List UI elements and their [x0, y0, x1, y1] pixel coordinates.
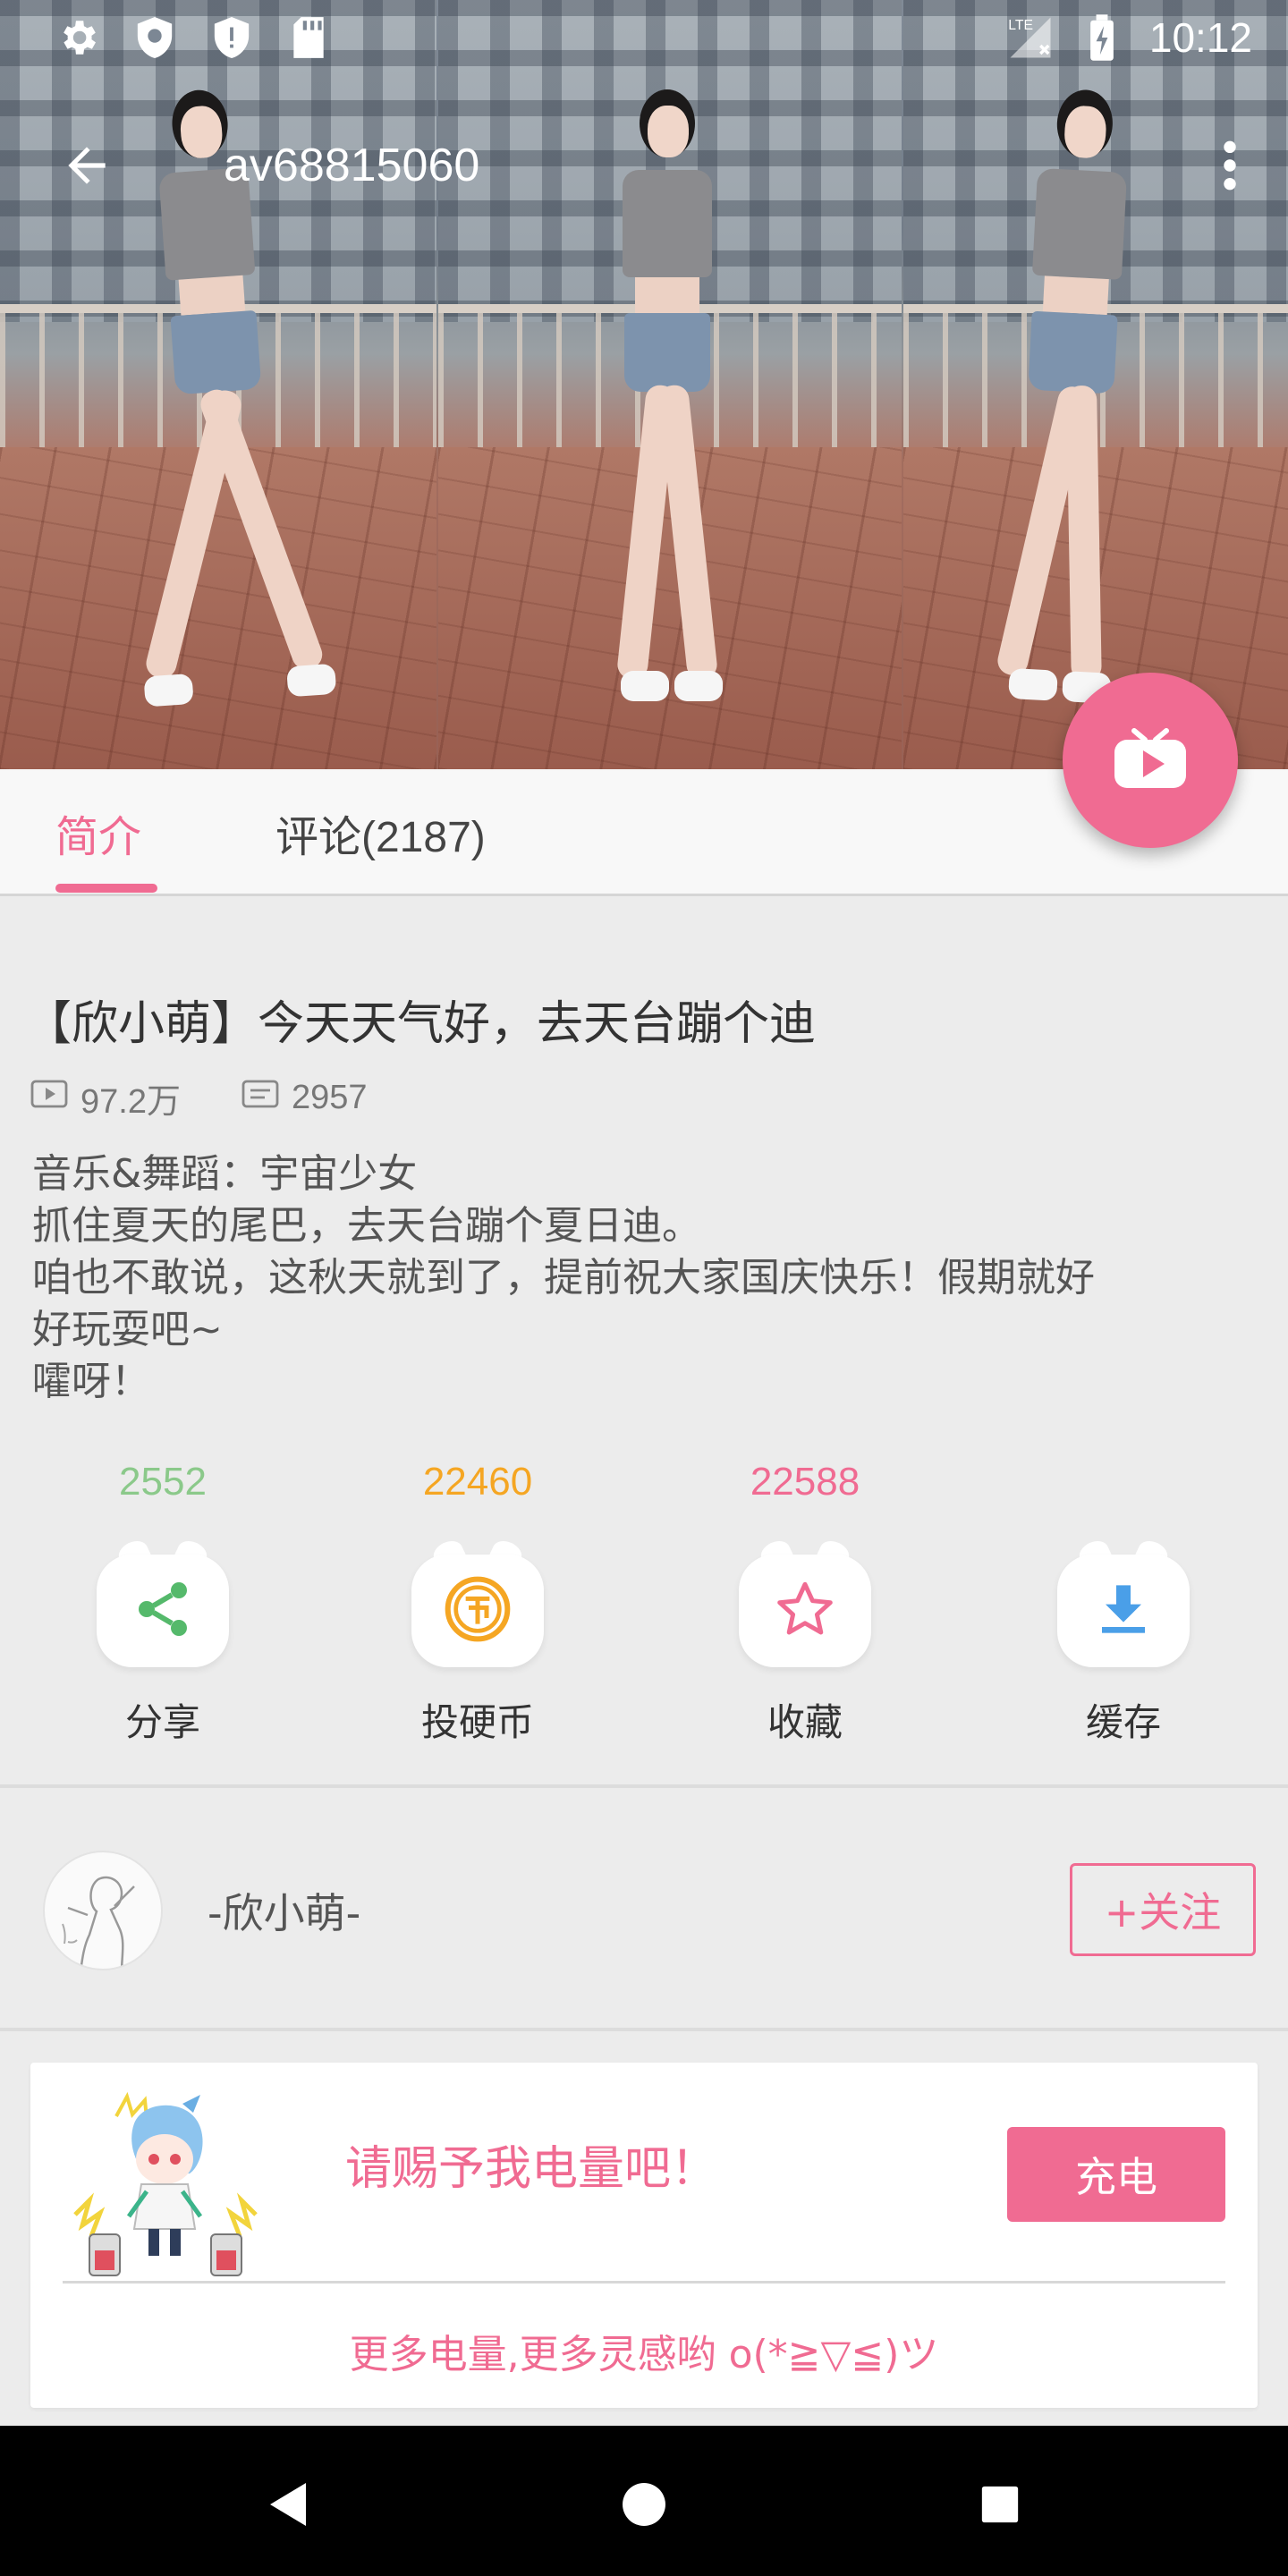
share-button[interactable]: 2552 分享 — [47, 1460, 279, 1755]
charge-card: 请赐予我电量吧！ 充电 更多电量,更多灵感哟 o(*≧▽≦)ツ — [30, 2063, 1258, 2408]
share-label: 分享 — [124, 1700, 200, 1744]
tab-intro[interactable]: 简介 — [55, 769, 141, 896]
cache-button[interactable]: 缓存 — [1007, 1460, 1240, 1755]
favorite-label: 收藏 — [767, 1700, 843, 1744]
settings-icon — [54, 13, 102, 62]
network-type: LTE — [1008, 18, 1033, 33]
mascot-image — [48, 2080, 290, 2286]
play-video-button[interactable] — [1063, 673, 1238, 848]
favorite-count: 22588 — [750, 1460, 860, 1504]
video-stats: 97.2万 2957 — [30, 1073, 368, 1123]
action-row: 2552 分享 22460 投硬币 22588 收藏 缓存 — [0, 1460, 1288, 1755]
system-nav-bar — [0, 2426, 1288, 2576]
follow-button[interactable]: +关注 — [1070, 1863, 1256, 1956]
play-count-icon — [30, 1079, 68, 1117]
video-title: 【欣小萌】今天天气好，去天台蹦个迪 — [25, 997, 817, 1051]
shield-icon — [131, 13, 179, 62]
tab-indicator — [55, 884, 157, 893]
signal-icon: LTE — [1006, 13, 1055, 62]
more-vert-icon[interactable] — [1208, 130, 1252, 201]
nav-home-icon[interactable] — [608, 2469, 680, 2540]
share-icon — [131, 1577, 195, 1645]
description-line: 音乐&舞蹈：宇宙少女 — [32, 1151, 418, 1197]
download-icon — [1095, 1580, 1152, 1641]
share-count: 2552 — [119, 1460, 207, 1504]
tab-comments[interactable]: 评论(2187) — [275, 769, 486, 896]
coin-count: 22460 — [422, 1460, 533, 1504]
sd-card-icon — [284, 13, 333, 62]
video-description: 音乐&舞蹈：宇宙少女 抓住夏天的尾巴，去天台蹦个夏日迪。 咱也不敢说，这秋天就到… — [32, 1148, 1267, 1408]
toolbar: av68815060 — [0, 116, 1288, 215]
battery-charging-icon — [1078, 13, 1126, 62]
video-cover[interactable]: LTE 10:12 av68815060 — [0, 0, 1288, 769]
avatar[interactable] — [43, 1851, 163, 1970]
charge-headline: 请赐予我电量吧！ — [345, 2142, 718, 2196]
favorite-button[interactable]: 22588 收藏 — [689, 1460, 921, 1755]
back-arrow-icon[interactable] — [55, 134, 118, 197]
description-line: 抓住夏天的尾巴，去天台蹦个夏日迪。 — [32, 1203, 701, 1249]
danmaku-count: 2957 — [291, 1079, 368, 1116]
page-title: av68815060 — [224, 140, 480, 191]
coin-icon — [442, 1573, 513, 1648]
coin-button[interactable]: 22460 投硬币 — [361, 1460, 594, 1755]
view-count: 97.2万 — [80, 1083, 181, 1121]
coin-label: 投硬币 — [420, 1700, 534, 1744]
status-time: 10:12 — [1148, 14, 1252, 61]
nav-recents-icon[interactable] — [964, 2469, 1036, 2540]
tv-play-icon — [1113, 727, 1188, 793]
description-line: 好玩耍吧~ — [32, 1307, 223, 1352]
danmaku-icon — [242, 1079, 279, 1117]
cache-label: 缓存 — [1085, 1700, 1161, 1744]
shield-alert-icon — [208, 13, 256, 62]
section-divider — [0, 2028, 1288, 2031]
uploader-name[interactable]: -欣小萌- — [208, 1881, 360, 1940]
description-line: 嚯呀！ — [32, 1359, 150, 1404]
cover-frame-3 — [902, 0, 1288, 769]
cover-frame-1 — [0, 0, 436, 769]
nav-back-icon[interactable] — [252, 2469, 324, 2540]
charge-tagline: 更多电量,更多灵感哟 o(*≧▽≦)ツ — [349, 2332, 939, 2377]
description-line: 咱也不敢说，这秋天就到了，提前祝大家国庆快乐！假期就好 — [32, 1255, 1095, 1301]
intro-section: 【欣小萌】今天天气好，去天台蹦个迪 97.2万 2957 音乐&舞蹈：宇宙少女 … — [0, 896, 1288, 1786]
charge-divider — [63, 2281, 1225, 2284]
status-bar: LTE 10:12 — [0, 0, 1288, 75]
cover-frame-2 — [436, 0, 902, 769]
star-icon — [774, 1578, 836, 1644]
charge-button[interactable]: 充电 — [1007, 2127, 1225, 2222]
uploader-row: -欣小萌- +关注 — [0, 1788, 1288, 2028]
